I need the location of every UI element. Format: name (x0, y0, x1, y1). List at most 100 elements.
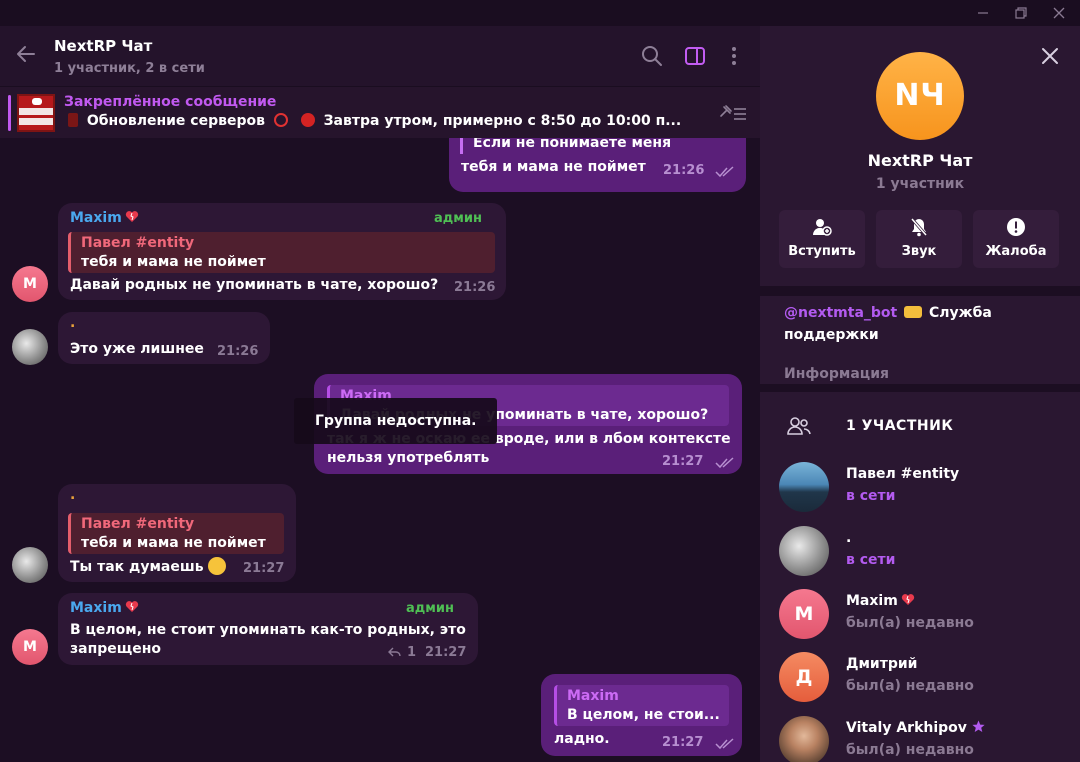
bot-link[interactable]: @nextmta_bot (784, 305, 897, 321)
more-menu-icon[interactable] (722, 44, 746, 68)
message-time: 21:26 (663, 163, 705, 178)
message-text: Давай родных не упоминать в чате, хорошо… (70, 277, 439, 293)
group-avatar[interactable]: NЧ (876, 52, 964, 140)
chat-messages-area[interactable]: Если не понимаете меня тебя и мама не по… (0, 138, 760, 762)
mute-bell-icon (910, 218, 928, 237)
pinned-thumbnail (17, 94, 55, 132)
window-titlebar (0, 0, 1080, 26)
close-window-icon[interactable] (1050, 4, 1068, 22)
read-checks-icon (715, 457, 734, 469)
member-item[interactable]: M Maxim был(а) недавно (760, 585, 1080, 641)
member-avatar (779, 462, 829, 512)
members-icon (786, 414, 812, 438)
message-time: 21:27 (243, 561, 285, 576)
toast-notification: Группа недоступна. (294, 398, 497, 444)
group-profile-section: NЧ NextRP Чат 1 участник Вступить Звук Ж… (760, 26, 1080, 286)
message-text: Если не понимаете меня (473, 138, 672, 151)
admin-badge: админ (434, 211, 482, 226)
message-text: Это уже лишнее (70, 341, 204, 357)
group-member-count: 1 участник (875, 176, 965, 192)
admin-badge: админ (406, 601, 454, 616)
sender-name[interactable]: Maxim (70, 210, 139, 226)
heart-icon (125, 211, 138, 222)
message-time: 21:26 (217, 344, 259, 359)
sound-button-label: Звук (901, 244, 937, 259)
message-time: 21:27 (662, 454, 704, 469)
toast-text: Группа недоступна. (315, 413, 477, 429)
group-name: NextRP Чат (867, 151, 973, 170)
group-description: @nextmta_bot Служба поддержки (784, 305, 992, 343)
back-arrow-icon[interactable] (14, 42, 38, 66)
member-status: был(а) недавно (846, 615, 974, 631)
reply-arrow-icon (388, 647, 401, 657)
message-time: 21:27 (662, 735, 704, 750)
reply-quote[interactable]: Maxim В целом, не стои... (554, 685, 729, 726)
member-status: был(а) недавно (846, 678, 974, 694)
chat-title[interactable]: NextRP Чат (54, 37, 152, 55)
reply-quote[interactable]: Павел #entity тебя и мама не поймет (68, 513, 284, 554)
member-status: в сети (846, 488, 896, 504)
heart-icon (125, 601, 138, 612)
message-time: 21:26 (454, 280, 496, 295)
members-section: 1 УЧАСТНИК Павел #entity в сети . в сети… (760, 392, 1080, 762)
member-item[interactable]: Vitaly Arkhipov был(а) недавно (760, 712, 1080, 762)
members-title: 1 УЧАСТНИК (846, 418, 954, 434)
sound-button[interactable]: Звук (876, 210, 962, 268)
avatar[interactable] (12, 547, 48, 583)
member-avatar (779, 716, 829, 762)
member-avatar (779, 526, 829, 576)
pinned-indicator (8, 95, 11, 131)
member-item[interactable]: . в сети (760, 522, 1080, 578)
member-item[interactable]: Д Дмитрий был(а) недавно (760, 648, 1080, 704)
member-name: Vitaly Arkhipov (846, 720, 985, 736)
close-panel-icon[interactable] (1040, 46, 1060, 66)
thinking-face-emoji-icon (208, 557, 227, 575)
group-info-panel: NЧ NextRP Чат 1 участник Вступить Звук Ж… (760, 26, 1080, 762)
report-button[interactable]: Жалоба (973, 210, 1059, 268)
sender-name[interactable]: . (70, 315, 75, 331)
avatar[interactable]: M (12, 266, 48, 302)
replies-count[interactable]: 1 (407, 645, 416, 660)
minimize-icon[interactable] (974, 4, 992, 22)
message-text: тебя и мама не поймет (461, 159, 646, 175)
message-bubble-incoming[interactable]: Maxim админ В целом, не стоит упоминать … (58, 593, 478, 665)
member-item[interactable]: Павел #entity в сети (760, 458, 1080, 514)
add-user-icon (812, 219, 832, 236)
avatar[interactable] (12, 329, 48, 365)
pinned-message-bar[interactable]: Закреплённое сообщение Обновление сервер… (0, 86, 760, 138)
warning-icon (1007, 218, 1025, 236)
read-checks-icon (715, 166, 734, 178)
refresh-emoji-icon (273, 113, 288, 127)
message-bubble-incoming[interactable]: Maxim админ Павел #entity тебя и мама не… (58, 203, 506, 300)
reply-text: В целом, не стои... (567, 707, 720, 723)
premium-star-icon (972, 720, 985, 732)
restore-icon[interactable] (1012, 4, 1030, 22)
member-name: Павел #entity (846, 466, 960, 482)
sender-name[interactable]: . (70, 487, 75, 503)
message-bubble-incoming[interactable]: . Это уже лишнее 21:26 (58, 312, 270, 364)
chat-subtitle: 1 участник, 2 в сети (54, 61, 205, 76)
message-bubble-outgoing[interactable]: Maxim В целом, не стои... ладно. 21:27 (541, 674, 742, 756)
avatar[interactable]: M (12, 629, 48, 665)
pinned-list-icon[interactable] (718, 102, 748, 124)
alarm-clock-emoji-icon (300, 113, 315, 127)
report-button-label: Жалоба (985, 244, 1047, 259)
join-button-label: Вступить (788, 244, 856, 259)
member-status: был(а) недавно (846, 742, 974, 758)
side-panel-toggle-icon[interactable] (683, 44, 707, 68)
message-text: нельзя употреблять (327, 450, 490, 466)
message-text: запрещено (70, 641, 162, 657)
sender-name[interactable]: Maxim (70, 600, 139, 616)
message-bubble-outgoing[interactable]: Если не понимаете меня тебя и мама не по… (449, 138, 746, 192)
pointing-hand-emoji-icon (904, 306, 923, 318)
member-avatar: M (779, 589, 829, 639)
pinned-text: Обновление серверов Завтра утром, пример… (64, 113, 681, 129)
member-name: . (846, 530, 852, 546)
reply-author: Павел #entity (81, 516, 195, 532)
message-bubble-incoming[interactable]: . Павел #entity тебя и мама не поймет Ты… (58, 484, 296, 582)
reply-quote[interactable]: Павел #entity тебя и мама не поймет (68, 232, 495, 273)
join-button[interactable]: Вступить (779, 210, 865, 268)
info-label: Информация (784, 366, 889, 382)
reply-text: тебя и мама не поймет (81, 254, 266, 270)
search-icon[interactable] (640, 44, 664, 68)
